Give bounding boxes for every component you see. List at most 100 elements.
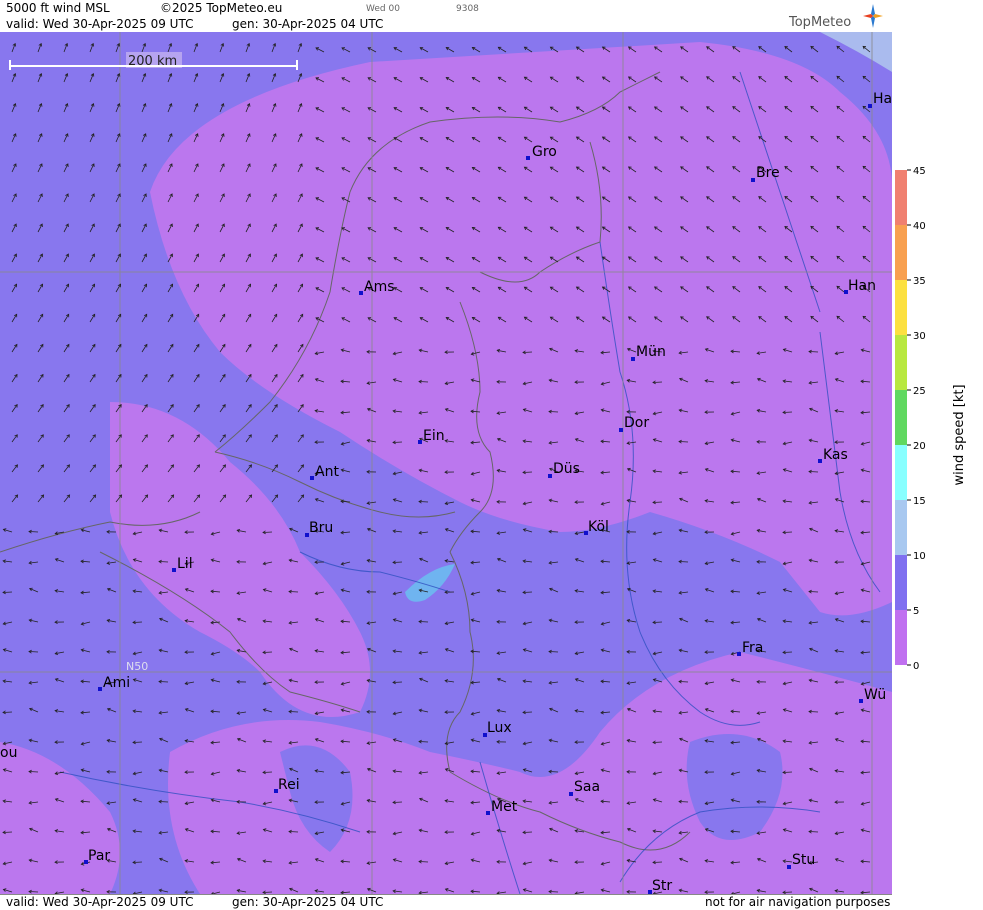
wind-arrow bbox=[783, 892, 792, 893]
topmeteo-logo[interactable]: TopMeteo bbox=[789, 3, 884, 31]
svg-text:Saa: Saa bbox=[574, 779, 600, 795]
wind-arrow bbox=[393, 562, 402, 563]
map-canvas: 200 km N50 Gro Bre Ha Ams Han Mün Ein Do… bbox=[0, 32, 892, 894]
wind-arrow bbox=[3, 712, 12, 713]
footer-note: not for air navigation purposes bbox=[705, 895, 890, 909]
svg-text:Bru: Bru bbox=[309, 520, 333, 536]
city-lux[interactable]: Lux bbox=[483, 720, 512, 737]
legend-tick-35: 35 bbox=[913, 276, 926, 287]
svg-text:Par: Par bbox=[88, 848, 110, 864]
svg-text:Bre: Bre bbox=[756, 165, 780, 181]
legend-swatch-1 bbox=[895, 225, 907, 280]
city-met[interactable]: Met bbox=[486, 799, 518, 815]
legend-tick-0: 0 bbox=[913, 661, 919, 672]
svg-text:Dor: Dor bbox=[624, 415, 649, 431]
legend-swatch-0 bbox=[895, 170, 907, 225]
valid-time: valid: Wed 30-Apr-2025 09 UTC bbox=[6, 17, 193, 31]
wind-arrow bbox=[549, 532, 558, 533]
wind-arrow bbox=[419, 742, 428, 743]
city-kol[interactable]: Köl bbox=[584, 519, 609, 535]
wind-arrow bbox=[393, 442, 402, 443]
wind-arrow bbox=[549, 892, 558, 893]
footer-gen: gen: 30-Apr-2025 04 UTC bbox=[232, 895, 383, 909]
svg-text:Ein: Ein bbox=[423, 428, 445, 444]
city-ant[interactable]: Ant bbox=[310, 464, 339, 480]
wind-arrow bbox=[3, 832, 12, 833]
wind-arrow bbox=[653, 742, 662, 743]
wind-arrow bbox=[419, 382, 428, 383]
gen-time: gen: 30-Apr-2025 04 UTC bbox=[232, 17, 383, 31]
svg-text:Ha: Ha bbox=[873, 91, 892, 107]
wind-arrow bbox=[809, 352, 818, 353]
city-dor[interactable]: Dor bbox=[619, 415, 649, 432]
legend-swatch-5 bbox=[895, 445, 907, 500]
svg-text:Kas: Kas bbox=[823, 447, 848, 463]
wind-arrow bbox=[3, 592, 12, 593]
svg-text:Rei: Rei bbox=[278, 777, 300, 793]
svg-text:Wü: Wü bbox=[864, 687, 886, 703]
wind-arrow bbox=[783, 772, 792, 773]
run-code: 9308 bbox=[456, 4, 479, 14]
city-dus[interactable]: Düs bbox=[548, 461, 580, 478]
city-kas[interactable]: Kas bbox=[818, 447, 848, 463]
legend-tick-5: 5 bbox=[913, 606, 919, 617]
city-wu[interactable]: Wü bbox=[859, 687, 886, 703]
legend-swatch-8 bbox=[895, 610, 907, 665]
svg-text:Lil: Lil bbox=[177, 556, 193, 572]
wind-arrow bbox=[133, 862, 142, 863]
city-stu[interactable]: Stu bbox=[787, 852, 815, 869]
city-bru[interactable]: Bru bbox=[305, 520, 333, 537]
legend-tick-15: 15 bbox=[913, 496, 926, 507]
wind-arrow bbox=[419, 502, 428, 503]
svg-text:Han: Han bbox=[848, 278, 876, 294]
wind-arrow bbox=[809, 832, 818, 833]
logo-text: TopMeteo bbox=[789, 15, 851, 30]
wind-arrow bbox=[783, 532, 792, 533]
wind-arrow bbox=[29, 772, 38, 773]
legend-swatch-2 bbox=[895, 280, 907, 335]
wind-arrow bbox=[679, 802, 688, 803]
wind-arrow bbox=[419, 862, 428, 863]
city-mun[interactable]: Mün bbox=[631, 344, 666, 361]
legend-tick-45: 45 bbox=[913, 166, 926, 177]
svg-text:Met: Met bbox=[491, 799, 518, 815]
wind-arrow bbox=[523, 352, 532, 353]
footer-bar: valid: Wed 30-Apr-2025 09 UTC gen: 30-Ap… bbox=[0, 894, 892, 910]
legend-swatch-3 bbox=[895, 335, 907, 390]
legend-title: wind speed [kt] bbox=[952, 384, 967, 485]
wind-arrow bbox=[289, 592, 298, 593]
city-rei[interactable]: Rei bbox=[274, 777, 300, 793]
wind-arrow bbox=[653, 862, 662, 863]
wind-arrow bbox=[263, 532, 272, 533]
wind-arrow bbox=[419, 622, 428, 623]
wind-map[interactable]: 200 km N50 Gro Bre Ha Ams Han Mün Ein Do… bbox=[0, 32, 892, 894]
copyright: ©2025 TopMeteo.eu bbox=[160, 1, 282, 15]
wind-arrow bbox=[653, 502, 662, 503]
wind-arrow bbox=[679, 682, 688, 683]
svg-text:Lux: Lux bbox=[487, 720, 512, 736]
legend-tick-25: 25 bbox=[913, 386, 926, 397]
city-ou[interactable]: ou bbox=[0, 745, 17, 761]
wind-arrow bbox=[159, 682, 168, 683]
city-ami[interactable]: Ami bbox=[98, 675, 130, 691]
city-ams[interactable]: Ams bbox=[359, 279, 395, 295]
city-bre[interactable]: Bre bbox=[751, 165, 780, 182]
wind-arrow bbox=[393, 682, 402, 683]
wind-arrow bbox=[653, 622, 662, 623]
city-par[interactable]: Par bbox=[84, 848, 110, 864]
svg-text:Ami: Ami bbox=[103, 675, 130, 691]
wind-arrow bbox=[159, 562, 168, 563]
city-saa[interactable]: Saa bbox=[569, 779, 600, 796]
wind-arrow bbox=[393, 802, 402, 803]
scale-label: 200 km bbox=[128, 54, 177, 69]
city-str[interactable]: Str bbox=[648, 878, 672, 894]
wind-arrow bbox=[29, 652, 38, 653]
wind-arrow bbox=[783, 652, 792, 653]
wind-arrow bbox=[29, 892, 38, 893]
wind-arrow bbox=[133, 622, 142, 623]
svg-text:Str: Str bbox=[652, 878, 672, 894]
wind-arrow bbox=[783, 412, 792, 413]
city-han[interactable]: Han bbox=[844, 278, 876, 294]
wind-arrow bbox=[29, 532, 38, 533]
legend-swatch-4 bbox=[895, 390, 907, 445]
